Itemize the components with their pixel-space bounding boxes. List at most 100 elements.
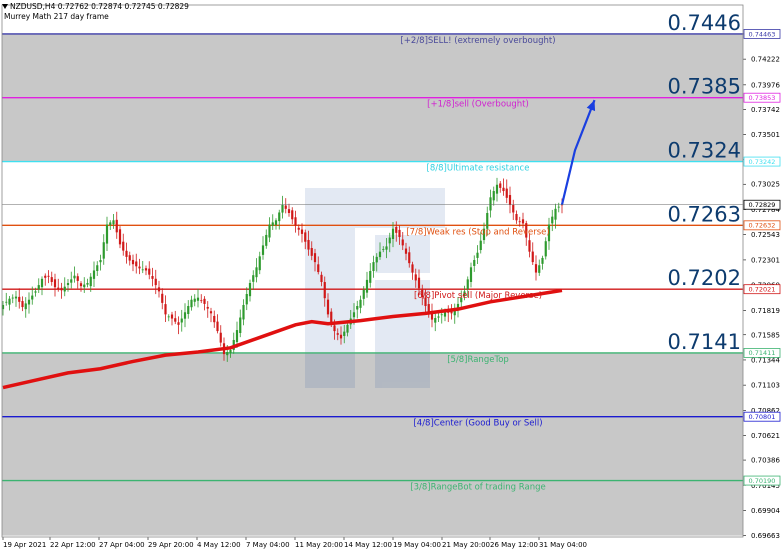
candle-63	[206, 301, 209, 318]
candle-body	[183, 312, 187, 319]
candle-154	[502, 178, 505, 196]
candle-body	[96, 265, 99, 271]
candle-body	[11, 297, 14, 299]
candle-body	[391, 228, 395, 240]
candle-body	[14, 296, 18, 299]
candle-166	[541, 255, 544, 270]
rf-watermark-logo	[305, 188, 445, 388]
candle-body	[443, 312, 447, 317]
candle-76	[248, 279, 252, 302]
candle-body	[395, 227, 398, 233]
candle-body	[284, 205, 287, 209]
candle-89	[291, 207, 294, 225]
candle-64	[209, 307, 213, 323]
candle-body	[245, 293, 248, 305]
candle-81	[265, 229, 268, 249]
candle-body	[326, 299, 330, 315]
candle-body	[489, 197, 492, 211]
candle-112	[365, 271, 369, 298]
candle-body	[411, 264, 414, 273]
candle-body	[317, 264, 320, 273]
x-tick-label: 19 May 04:00	[393, 541, 441, 549]
x-tick-label: 21 May 20:00	[442, 541, 490, 549]
candle-88	[287, 203, 291, 217]
candle-body	[551, 216, 554, 224]
candle-body	[538, 265, 541, 273]
candle-body	[495, 184, 499, 194]
candle-55	[180, 309, 183, 332]
candle-84	[274, 218, 278, 230]
candle-42	[138, 258, 141, 275]
candle-body	[515, 214, 518, 221]
candle-body	[109, 222, 112, 226]
y-tick-label: 0.71585	[751, 331, 780, 339]
candle-133	[434, 313, 437, 332]
candle-body	[346, 324, 349, 333]
candle-body	[60, 287, 63, 291]
candle-body	[330, 311, 333, 323]
candle-body	[408, 252, 411, 264]
candle-body	[512, 204, 515, 213]
murrey-label-7: [3/8]RangeBot of trading Range	[410, 483, 545, 493]
candle-40	[131, 254, 135, 272]
time-axis: 19 Apr 2021 22 Apr 12:00 27 Apr 04:00 29 Ap…	[2, 537, 587, 549]
candle-78	[255, 258, 258, 283]
candle-171	[557, 202, 560, 213]
candle-body	[177, 322, 180, 325]
candle-4	[14, 290, 18, 307]
candle-body	[128, 255, 131, 261]
candle-body	[281, 204, 284, 213]
candle-62	[203, 296, 206, 311]
x-tick-label: 11 May 20:00	[295, 541, 343, 549]
price-chart[interactable]: [+2/8]SELL! (extremely overbought) [+1/8]…	[0, 0, 782, 550]
candle-157	[512, 199, 515, 220]
candle-body	[248, 283, 252, 297]
level-price-marker-4: 0.72021	[743, 284, 781, 295]
candle-body	[476, 252, 479, 258]
candle-71	[232, 332, 235, 354]
candle-body	[307, 239, 310, 250]
candle-65	[213, 310, 216, 328]
candle-145	[473, 255, 476, 272]
candle-body	[170, 314, 174, 319]
candle-body	[372, 262, 375, 272]
level-price-text: 0.70801	[749, 413, 776, 421]
level-price-text: 0.72021	[749, 285, 776, 293]
candle-52	[170, 311, 174, 326]
candle-7	[24, 297, 27, 318]
level-price-marker-7: 0.70190	[743, 475, 781, 486]
candle-body	[404, 248, 408, 254]
candle-30	[99, 254, 102, 271]
candle-26	[86, 278, 89, 288]
candle-160	[521, 212, 525, 229]
candle-31	[102, 234, 105, 265]
candle-body	[534, 264, 538, 273]
candle-body	[219, 332, 222, 343]
murrey-label-0: [+2/8]SELL! (extremely overbought)	[400, 36, 555, 46]
candle-body	[63, 286, 66, 292]
x-tick-label: 29 Apr 20:00	[148, 541, 194, 549]
candle-1	[5, 292, 8, 306]
big-price-2: 0.7324	[668, 139, 741, 163]
candle-body	[385, 246, 388, 250]
candle-146	[476, 245, 479, 265]
candle-50	[164, 295, 167, 323]
y-tick-label: 0.71819	[751, 307, 780, 315]
candle-body	[196, 297, 200, 301]
candle-6	[21, 296, 24, 312]
candle-body	[401, 239, 404, 246]
y-tick-label: 0.70621	[751, 432, 780, 440]
murrey-label-4: [6/8]Pivot sell (Major Reverse)	[414, 291, 542, 301]
candlesticks	[1, 177, 564, 362]
candle-59	[193, 294, 196, 307]
candle-41	[135, 253, 138, 274]
big-price-1: 0.7385	[668, 75, 741, 99]
candle-body	[148, 268, 151, 275]
candle-110	[359, 295, 362, 314]
candle-19	[63, 277, 66, 297]
candle-body	[528, 240, 531, 252]
candle-158	[515, 210, 518, 224]
candle-body	[27, 299, 31, 305]
candle-16	[53, 273, 57, 297]
candle-body	[174, 318, 177, 322]
